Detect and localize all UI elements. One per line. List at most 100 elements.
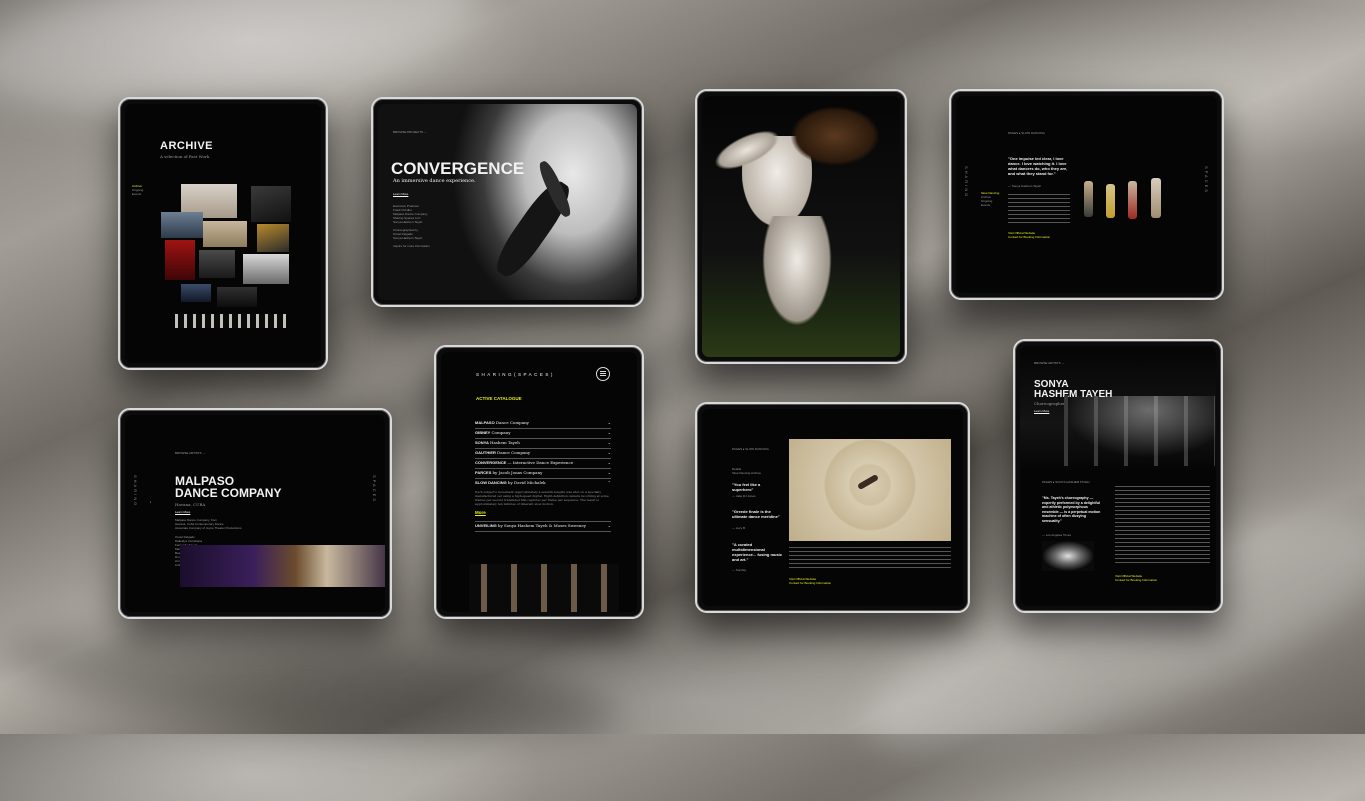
- stage-photo[interactable]: [1050, 396, 1215, 466]
- tablet-dancer-photo: [695, 89, 907, 364]
- tablet-slow-dancing: PAGES ▸ SLOW DANCING SHARING SPACES Slow…: [949, 89, 1224, 300]
- browse-artists-link[interactable]: BROWSE ARTISTS →: [175, 451, 205, 455]
- body-text: [1008, 194, 1070, 224]
- booking-contact-link[interactable]: Contact for Booking Information: [789, 581, 831, 585]
- catalogue-item[interactable]: PARCES by Jacob Jonas Company ⌄: [475, 469, 611, 479]
- archive-photo[interactable]: [165, 240, 195, 280]
- dancer-figure-3: [1128, 181, 1137, 219]
- malpaso-info: Malpaso Dance Company, from Havana, Cuba …: [175, 518, 242, 530]
- ensemble-photo[interactable]: [1042, 541, 1094, 571]
- chevron-down-icon: ⌄: [607, 523, 611, 528]
- chevron-up-icon: ⌃: [607, 480, 611, 485]
- malpaso-location: Havana, CUBA: [175, 502, 206, 507]
- tablet-archive: ARCHIVE A selection of Past Work Archive…: [118, 97, 328, 370]
- sonya-screen: BROWSE ARTISTS → SONYAHASHEM TAYEH Chore…: [1020, 346, 1216, 606]
- dancer-legs: [762, 216, 832, 326]
- chevron-down-icon: ⌄: [607, 450, 611, 455]
- archive-title: ARCHIVE: [160, 140, 214, 152]
- breadcrumb: PAGES ▸ SONYA HASHEM TAYEH: [1042, 480, 1090, 484]
- dancer-hair: [790, 106, 880, 166]
- catalogue-item-expanded[interactable]: SLOW DANCING by David Michalek ⌃: [475, 479, 611, 488]
- learn-more-link[interactable]: Learn More: [1034, 409, 1049, 413]
- chevron-down-icon: ⌄: [607, 440, 611, 445]
- catalogue-item[interactable]: GIBNEY Company ⌄: [475, 429, 611, 439]
- review-quote: "Ms. Tayeh's choreography — expertly per…: [1042, 496, 1101, 523]
- brand-vertical-right: SPACES: [372, 475, 377, 503]
- tablet-sonya: BROWSE ARTISTS → SONYAHASHEM TAYEH Chore…: [1013, 339, 1223, 613]
- archive-photo[interactable]: [181, 284, 211, 302]
- dancer-figure-2: [1106, 184, 1115, 218]
- breadcrumb: PAGES ▸ SLOW DANCING: [1008, 131, 1045, 135]
- dancer-figure-1: [1084, 181, 1093, 217]
- catalogue-screen: SHARING(SPACES) ACTIVE CATALOGUE MALPASO…: [441, 352, 637, 612]
- side-nav: Slow Dancing Archive Ongoing Events: [981, 191, 1001, 207]
- side-nav-item[interactable]: Events: [132, 192, 150, 196]
- catalogue-item[interactable]: UNVEILING by Sonya Hashem Tayeh & Moses …: [475, 521, 611, 532]
- menu-icon: [600, 371, 606, 376]
- brand-vertical-left: SHARING: [964, 166, 969, 199]
- quote-2: "Greede finale is the ultimate dance mer…: [732, 509, 780, 519]
- archive-photo[interactable]: [257, 224, 289, 252]
- slow-dancing-screen: PAGES ▸ SLOW DANCING SHARING SPACES Slow…: [956, 96, 1217, 293]
- archive-screen: ARCHIVE A selection of Past Work Archive…: [125, 104, 321, 363]
- menu-button[interactable]: [596, 367, 610, 381]
- slow-motion-screen: PAGES ▸ SLOW DANCING Details Slow Dancing…: [702, 409, 963, 606]
- brand-logo[interactable]: SHARING(SPACES): [476, 372, 555, 377]
- archive-photo[interactable]: [203, 221, 247, 247]
- archive-photo[interactable]: [251, 186, 291, 222]
- dancers-lineup-photo[interactable]: [469, 564, 619, 612]
- convergence-credits: Executive Producer Frank Pohdler Malpaso D…: [393, 204, 430, 248]
- brand-vertical-right: SPACES: [1204, 166, 1209, 194]
- body-text: [789, 547, 951, 569]
- arrow-right-icon: →: [202, 451, 206, 455]
- browse-projects-link[interactable]: BROWSE PROJECTS →: [393, 130, 427, 134]
- archive-subtitle: A selection of Past Work: [160, 154, 210, 159]
- catalogue-list: MALPASO Dance Company ⌄ GIBNEY Company ⌄ S…: [475, 419, 611, 532]
- fabric-shadow: [0, 607, 624, 763]
- dancer-figure-4: [1151, 178, 1161, 218]
- catalogue-item[interactable]: CONVERGENCE — Interactive Dance Experien…: [475, 459, 611, 469]
- brand-vertical-left: SHARING: [133, 475, 138, 508]
- side-nav: ▪: [150, 500, 151, 504]
- archive-photo[interactable]: [217, 287, 257, 307]
- tablet-catalogue: SHARING(SPACES) ACTIVE CATALOGUE MALPASO…: [434, 345, 644, 619]
- archive-photo[interactable]: [243, 254, 289, 284]
- malpaso-hero-photo[interactable]: [180, 545, 385, 587]
- quote-2-by: — Lucy B: [732, 526, 746, 530]
- more-link[interactable]: More: [475, 510, 611, 515]
- pull-quote: "One impulse led clear, I love dance. I …: [1008, 156, 1068, 176]
- dancer-figure: [856, 473, 880, 491]
- side-label: Details Slow Dancing Archive: [732, 467, 762, 475]
- archive-photo[interactable]: [161, 212, 203, 238]
- archive-side-nav: Archive Ongoing Events: [132, 184, 150, 196]
- learn-more-link[interactable]: Learn More: [393, 192, 408, 196]
- tablet-malpaso: BROWSE ARTISTS → MALPASO DANCE COMPANY Ha…: [118, 408, 392, 619]
- catalogue-item[interactable]: MALPASO Dance Company ⌄: [475, 419, 611, 429]
- browse-artists-link[interactable]: BROWSE ARTISTS →: [1034, 361, 1064, 365]
- arrow-right-icon: →: [1061, 361, 1065, 365]
- catalogue-heading: ACTIVE CATALOGUE: [476, 396, 522, 401]
- convergence-subtitle: An immersive dance experience.: [393, 178, 476, 184]
- dancer-photo-screen[interactable]: [702, 96, 900, 357]
- tablet-slow-motion: PAGES ▸ SLOW DANCING Details Slow Dancing…: [695, 402, 970, 613]
- learn-more-link[interactable]: Learn More: [175, 510, 190, 514]
- malpaso-title: MALPASO DANCE COMPANY: [175, 474, 282, 500]
- review-attribution: — Los Angeles Times: [1042, 533, 1072, 537]
- breadcrumb: PAGES ▸ SLOW DANCING: [732, 447, 769, 451]
- tablet-convergence: BROWSE PROJECTS → CONVERGENCE An immersi…: [371, 97, 644, 307]
- booking-contact-link[interactable]: Contact for Booking Information: [1115, 578, 1157, 582]
- chevron-down-icon: ⌄: [607, 420, 611, 425]
- chevron-down-icon: ⌄: [607, 470, 611, 475]
- chevron-down-icon: ⌄: [607, 430, 611, 435]
- links: Visit Official Website Contact for Booki…: [1008, 231, 1050, 239]
- booking-contact-link[interactable]: Contact for Booking Information: [1008, 235, 1050, 239]
- archive-photo[interactable]: [199, 250, 235, 278]
- quote-3: "A curated multidimensional experience..…: [732, 542, 783, 562]
- catalogue-item[interactable]: GAUTHIER Dance Company ⌄: [475, 449, 611, 459]
- catalogue-item[interactable]: SONYA Hashem Tayeh ⌄: [475, 439, 611, 449]
- video-frame[interactable]: [789, 439, 951, 541]
- archive-photo-strip[interactable]: [175, 314, 287, 328]
- side-nav-item[interactable]: Events: [981, 203, 1001, 207]
- bio-text: [1115, 486, 1210, 566]
- side-nav-item[interactable]: ▪: [150, 500, 151, 504]
